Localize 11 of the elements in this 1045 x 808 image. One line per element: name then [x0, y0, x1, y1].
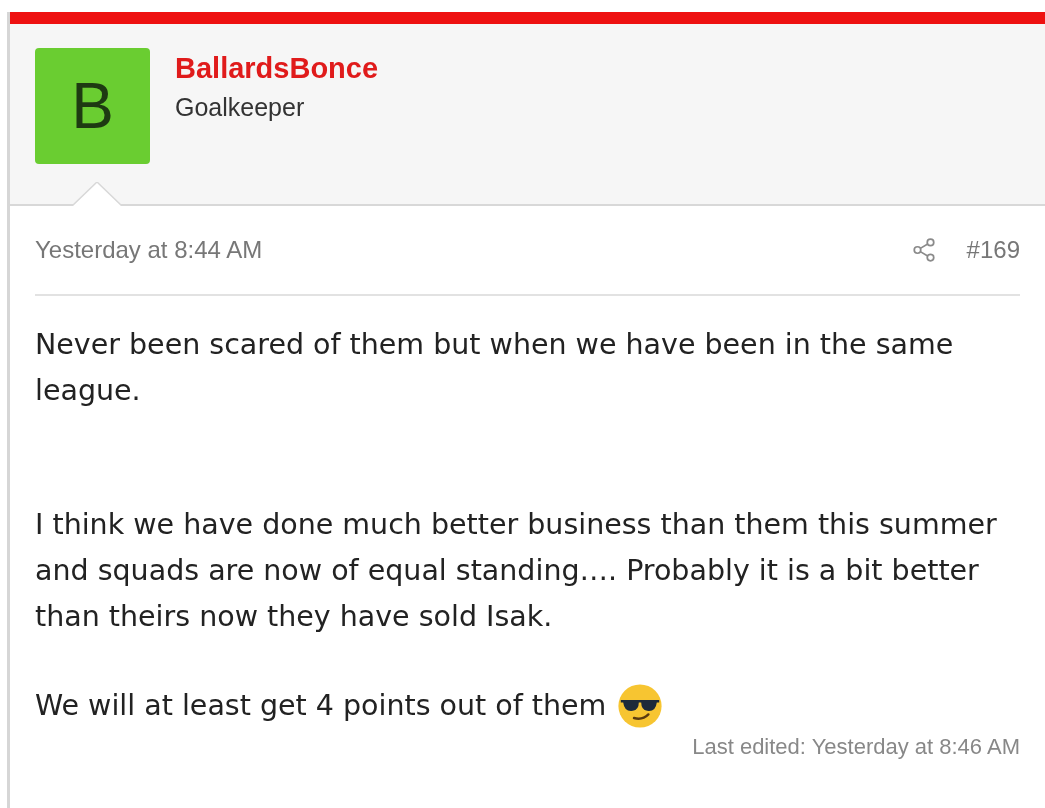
username-link[interactable]: BallardsBonce	[175, 52, 379, 85]
sunglasses-emoji-icon	[616, 682, 665, 730]
post-paragraph: I think we have done much better business than them this summer and squads are now of equal standing…. Probably it is a bit better than theirs now they have sold Isak.	[35, 507, 998, 635]
user-title: Goalkeeper	[175, 93, 306, 122]
post-paragraph: Never been scared of them but when we have been in the same league.	[35, 327, 955, 409]
last-edited-note: Last edited: Yesterday at 8:46 AM	[691, 734, 1020, 760]
post-date-link[interactable]: Yesterday at 8:44 AM	[35, 236, 263, 264]
avatar[interactable]: B	[35, 48, 150, 164]
post-number-link[interactable]: #169	[966, 236, 1020, 264]
share-icon[interactable]	[910, 237, 937, 263]
post-paragraph: We will at least get 4 points out of them	[35, 688, 607, 724]
